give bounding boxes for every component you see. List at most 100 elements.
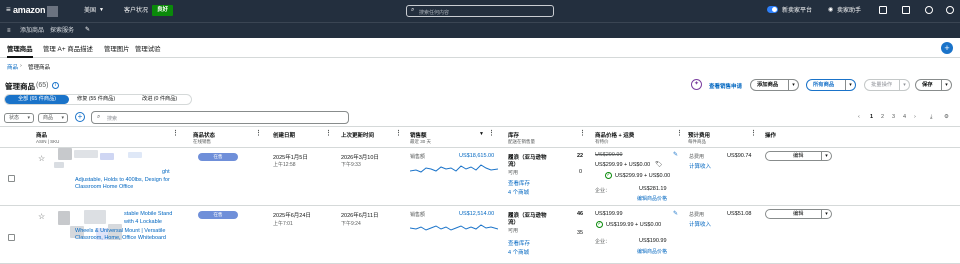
- bulk-actions-button[interactable]: 批量操作 ▾: [864, 79, 910, 91]
- tab-manage-images[interactable]: 管理图片: [104, 44, 130, 53]
- mail-icon[interactable]: [902, 6, 910, 14]
- chevron-down-icon[interactable]: ▾: [845, 80, 855, 90]
- breadcrumb-root[interactable]: 商品: [7, 63, 18, 71]
- column-menu-icon[interactable]: ⋮: [579, 129, 586, 137]
- marketplace-selector[interactable]: 美国: [84, 8, 96, 14]
- global-search-input[interactable]: ⌕ 搜索任何内容: [406, 5, 554, 17]
- status-filter[interactable]: 状态 ▾: [4, 113, 34, 123]
- amazon-logo[interactable]: amazon: [13, 5, 46, 15]
- column-menu-icon[interactable]: ⋮: [325, 129, 332, 137]
- subnav-explore-services[interactable]: 探索服务: [50, 28, 74, 34]
- announcement-icon[interactable]: [879, 6, 887, 14]
- column-sales[interactable]: 销售额: [410, 131, 427, 139]
- chevron-down-icon[interactable]: ▾: [941, 80, 951, 90]
- calculate-income-link[interactable]: 计算收入: [689, 220, 711, 228]
- shipments-link[interactable]: 4 个商城: [508, 248, 529, 256]
- product-title-line[interactable]: with 4 Lockable: [124, 219, 162, 225]
- add-product-label: 添加商品: [757, 82, 779, 88]
- product-title-line[interactable]: Wheels & Universal Mount | Versatile: [75, 228, 165, 234]
- column-status[interactable]: 商品状态: [193, 131, 215, 139]
- column-created[interactable]: 创建日期: [273, 131, 295, 139]
- seller-assist-icon[interactable]: ◉: [828, 7, 833, 13]
- view-inventory-link[interactable]: 查看库存: [508, 179, 530, 187]
- info-icon[interactable]: i: [52, 82, 59, 89]
- subnav-add-product[interactable]: 添加商品: [20, 28, 44, 34]
- bookmark-menu-icon[interactable]: ≡: [7, 28, 11, 34]
- product-image[interactable]: [58, 211, 70, 225]
- column-menu-icon[interactable]: ⋮: [750, 129, 757, 137]
- add-bookmark-button[interactable]: +: [941, 42, 953, 54]
- inventory-qty: 22: [577, 153, 584, 159]
- settings-icon[interactable]: [925, 6, 933, 14]
- next-page-icon[interactable]: ›: [914, 114, 916, 120]
- product-image[interactable]: [58, 148, 72, 160]
- help-icon[interactable]: [946, 6, 954, 14]
- edit-button[interactable]: 编辑 ▾: [765, 209, 832, 219]
- edit-price-link[interactable]: 编辑商品价格: [637, 195, 667, 202]
- add-filter-button[interactable]: +: [75, 112, 85, 122]
- product-title-line[interactable]: stable Mobile Stand: [124, 211, 172, 217]
- column-actions: 操作: [765, 133, 777, 139]
- edit-pencil-icon[interactable]: ✎: [85, 27, 90, 33]
- product-title-line[interactable]: Classroom, Home, Office Whiteboard: [75, 235, 166, 240]
- table-settings-icon[interactable]: ⚙: [944, 114, 949, 120]
- segment-all[interactable]: 全部 (65 件商品): [5, 95, 69, 104]
- column-price[interactable]: 商品价格 + 运费: [595, 131, 634, 139]
- chevron-down-icon[interactable]: ▾: [788, 80, 798, 90]
- edit-pencil-icon[interactable]: ✎: [673, 151, 678, 158]
- star-icon[interactable]: ☆: [38, 154, 45, 163]
- product-title-line[interactable]: Classroom Home Office: [75, 184, 133, 189]
- row-checkbox[interactable]: [8, 175, 15, 182]
- new-platform-toggle[interactable]: [767, 6, 778, 13]
- page-1[interactable]: 1: [870, 114, 873, 120]
- column-product[interactable]: 商品: [36, 131, 47, 139]
- top-nav: ≡ amazon 美国 ▼ 客户状况 良好 ⌕ 搜索任何内容 新卖家平台 ◉ 卖…: [0, 0, 960, 22]
- sort-filter[interactable]: 商品 ▾: [38, 113, 68, 123]
- tab-manage-a-plus[interactable]: 管理 A+ 商品描述: [43, 44, 93, 53]
- view-inventory-link[interactable]: 查看库存: [508, 239, 530, 247]
- page-4[interactable]: 4: [903, 114, 906, 120]
- all-products-filter[interactable]: 所有商品 ▾: [806, 79, 856, 91]
- sort-desc-icon[interactable]: ▼: [479, 131, 484, 137]
- calculate-income-link[interactable]: 计算收入: [689, 162, 711, 170]
- shipments-link[interactable]: 4 个商城: [508, 188, 529, 196]
- tab-manage-experiments[interactable]: 管理试验: [135, 44, 161, 53]
- product-search-input[interactable]: ⌕ 搜索: [91, 111, 349, 124]
- save-button[interactable]: 保存 ▾: [915, 79, 952, 91]
- edit-button[interactable]: 编辑 ▾: [765, 151, 832, 161]
- page-2[interactable]: 2: [881, 114, 884, 120]
- chevron-down-icon[interactable]: ▾: [821, 152, 831, 160]
- sales-request-icon[interactable]: ✦: [691, 79, 702, 90]
- tab-manage-products[interactable]: 管理商品: [7, 44, 33, 58]
- column-updated[interactable]: 上次更新时间: [341, 131, 374, 139]
- product-title-line[interactable]: Adjustable, Holds to 400lbs, Design for: [75, 177, 170, 183]
- edit-price-link[interactable]: 编辑商品价格: [637, 248, 667, 255]
- product-title-line[interactable]: ght: [162, 169, 170, 175]
- column-menu-icon[interactable]: ⋮: [172, 129, 179, 137]
- column-menu-icon[interactable]: ⋮: [255, 129, 262, 137]
- account-health-label[interactable]: 客户状况: [124, 8, 148, 14]
- view-sales-request-link[interactable]: 查看销售申请: [709, 82, 742, 90]
- prev-page-icon[interactable]: ‹: [858, 114, 860, 120]
- product-image-blur: [84, 210, 106, 224]
- star-icon[interactable]: ☆: [38, 212, 45, 221]
- segment-improve[interactable]: 改进 (0 件商品): [142, 95, 177, 104]
- column-menu-icon[interactable]: ⋮: [395, 129, 402, 137]
- fulfillment-line: 流）: [508, 220, 520, 226]
- menu-icon[interactable]: ≡: [6, 6, 11, 14]
- price-line: US$299.99 + US$0.00: [595, 162, 651, 168]
- chevron-down-icon[interactable]: ▾: [821, 210, 831, 218]
- health-badge[interactable]: 良好: [152, 5, 174, 16]
- column-inventory[interactable]: 库存: [508, 131, 519, 139]
- edit-pencil-icon[interactable]: ✎: [673, 210, 678, 217]
- page-3[interactable]: 3: [892, 114, 895, 120]
- seller-assist-label[interactable]: 卖家助手: [837, 8, 861, 14]
- download-icon[interactable]: ⤓: [930, 114, 932, 121]
- segment-fix[interactable]: 修复 (55 件商品): [77, 95, 115, 104]
- column-fees[interactable]: 预计费用: [688, 131, 710, 139]
- column-menu-icon[interactable]: ⋮: [676, 129, 683, 137]
- chevron-down-icon[interactable]: ▾: [899, 80, 909, 90]
- row-checkbox[interactable]: [8, 234, 15, 241]
- column-menu-icon[interactable]: ⋮: [488, 129, 495, 137]
- add-product-button[interactable]: 添加商品 ▾: [750, 79, 799, 91]
